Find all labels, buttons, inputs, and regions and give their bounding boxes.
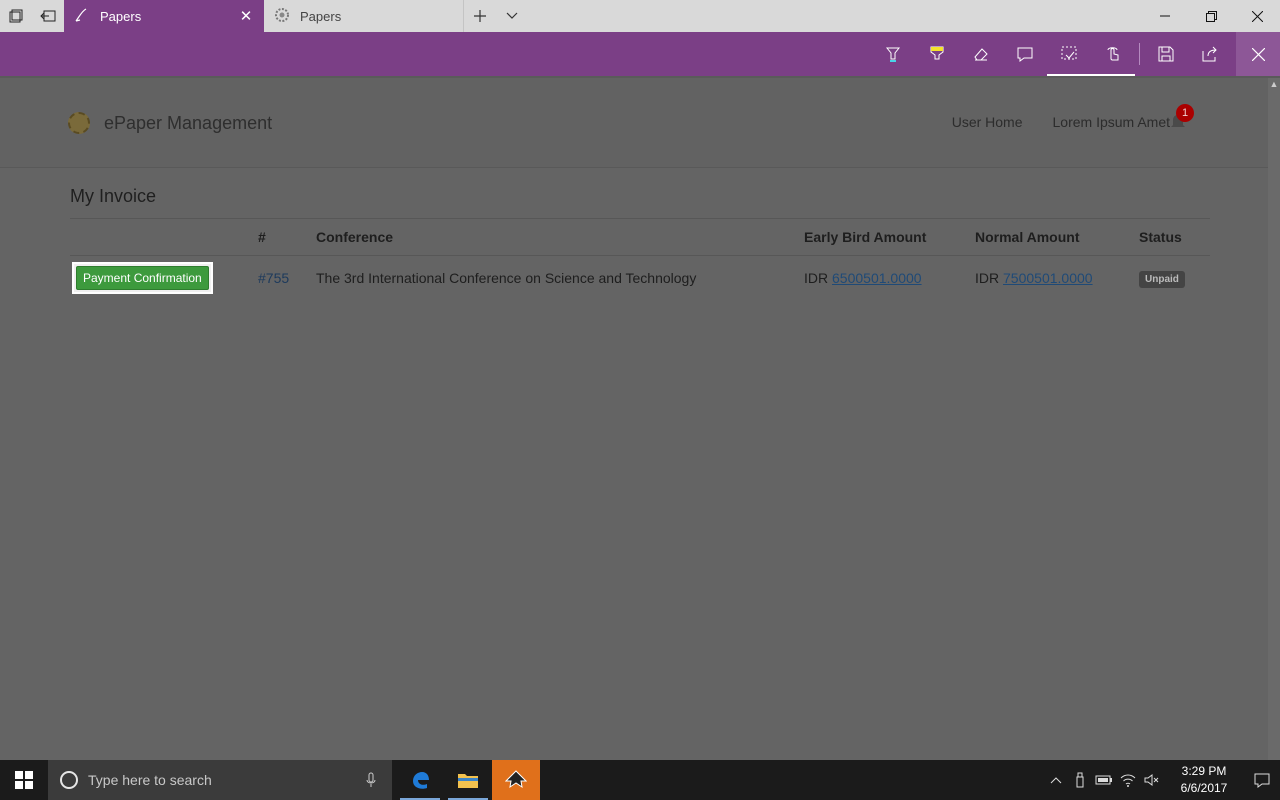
invoice-id-link[interactable]: #755 <box>258 270 289 286</box>
web-page: ePaper Management User Home Lorem Ipsum … <box>0 78 1268 760</box>
clock[interactable]: 3:29 PM 6/6/2017 <box>1174 763 1234 797</box>
currency: IDR <box>804 270 829 286</box>
user-name: Lorem Ipsum Amet <box>1052 114 1171 130</box>
ballpoint-pen-icon[interactable] <box>871 32 915 76</box>
wifi-icon[interactable] <box>1116 773 1140 787</box>
invoice-id-cell: #755 <box>258 256 316 301</box>
tab-papers[interactable]: Papers <box>264 0 464 32</box>
action-cell: Payment Confirmation <box>70 256 258 301</box>
window-controls <box>1142 0 1280 32</box>
col-id: # <box>258 219 316 256</box>
close-window-icon[interactable] <box>1234 0 1280 32</box>
chevron-up-icon[interactable] <box>1044 776 1068 784</box>
volume-muted-icon[interactable] <box>1140 773 1164 787</box>
eraser-icon[interactable] <box>959 32 1003 76</box>
status-badge: Unpaid <box>1139 270 1185 288</box>
edge-app[interactable] <box>396 760 444 800</box>
col-early-bird: Early Bird Amount <box>804 219 975 256</box>
minimize-icon[interactable] <box>1142 0 1188 32</box>
tab-label: Papers <box>100 8 142 24</box>
logo <box>68 112 90 134</box>
cortana-icon[interactable] <box>60 771 78 789</box>
tab-preview-icon[interactable] <box>0 0 32 32</box>
chevron-down-icon[interactable] <box>496 0 528 32</box>
page-title: My Invoice <box>70 186 1210 219</box>
close-tab-icon[interactable]: ✕ <box>238 7 254 25</box>
col-action <box>70 219 258 256</box>
touch-writing-icon[interactable] <box>1091 32 1135 76</box>
nav-user-home[interactable]: User Home <box>952 114 1023 130</box>
save-icon[interactable] <box>1144 32 1188 76</box>
inkscape-icon <box>505 770 527 789</box>
browser-tab-bar: Papers ✕ Papers <box>0 0 1280 32</box>
nav-menu: User Home Lorem Ipsum Amet <box>922 114 1184 130</box>
usb-icon[interactable] <box>1068 772 1092 788</box>
windows-logo-icon <box>15 771 33 789</box>
new-tab-icon[interactable] <box>464 0 496 32</box>
restore-icon[interactable] <box>1188 0 1234 32</box>
share-icon[interactable] <box>1188 32 1232 76</box>
folder-icon <box>458 774 478 788</box>
payment-confirmation-button[interactable]: Payment Confirmation <box>76 266 209 290</box>
col-status: Status <box>1139 219 1210 256</box>
status-cell: Unpaid <box>1139 256 1210 301</box>
scroll-up-icon[interactable]: ▲ <box>1268 78 1280 90</box>
conference-name: The 3rd International Conference on Scie… <box>316 270 697 286</box>
clock-date: 6/6/2017 <box>1180 781 1228 795</box>
action-center-icon[interactable] <box>1244 772 1280 788</box>
tab-papers-active[interactable]: Papers ✕ <box>64 0 264 32</box>
add-note-icon[interactable] <box>1003 32 1047 76</box>
edge-icon <box>413 772 429 789</box>
invoice-table: # Conference Early Bird Amount Normal Am… <box>70 219 1210 300</box>
battery-icon[interactable] <box>1092 774 1116 786</box>
microphone-icon[interactable] <box>366 772 376 791</box>
early-bird-cell: IDR 6500501.0000 <box>804 256 975 301</box>
notification-count-badge: 1 <box>1176 104 1194 122</box>
col-conference: Conference <box>316 219 804 256</box>
currency: IDR <box>975 270 1000 286</box>
table-row: Payment Confirmation #755 The 3rd Intern… <box>70 256 1210 301</box>
windows-taskbar: Type here to search 3:29 PM 6/6/2017 <box>0 760 1280 800</box>
clock-time: 3:29 PM <box>1181 764 1227 778</box>
table-header-row: # Conference Early Bird Amount Normal Am… <box>70 219 1210 256</box>
highlighter-icon[interactable] <box>915 32 959 76</box>
col-normal: Normal Amount <box>975 219 1139 256</box>
normal-cell: IDR 7500501.0000 <box>975 256 1139 301</box>
site-favicon-icon <box>274 7 290 26</box>
search-placeholder: Type here to search <box>88 772 212 788</box>
tab-label: Papers <box>300 8 342 24</box>
early-bird-amount-link[interactable]: 6500501.0000 <box>832 270 922 286</box>
set-tabs-aside-icon[interactable] <box>32 0 64 32</box>
normal-amount-link[interactable]: 7500501.0000 <box>1003 270 1093 286</box>
taskbar-search[interactable]: Type here to search <box>48 760 392 800</box>
system-tray: 3:29 PM 6/6/2017 <box>1044 760 1280 800</box>
notification-bell[interactable]: 1 <box>1170 104 1194 132</box>
site-navbar: ePaper Management User Home Lorem Ipsum … <box>0 78 1268 168</box>
brand[interactable]: ePaper Management <box>68 112 272 134</box>
scrollbar[interactable]: ▲ <box>1268 78 1280 760</box>
user-dropdown[interactable]: Lorem Ipsum Amet <box>1052 114 1184 130</box>
toolbar-divider <box>1139 43 1140 65</box>
file-explorer-app[interactable] <box>444 760 492 800</box>
exit-ink-icon[interactable] <box>1236 32 1280 76</box>
brand-name[interactable]: ePaper Management <box>104 113 272 134</box>
pen-icon <box>74 7 90 26</box>
start-button[interactable] <box>0 760 48 800</box>
highlight-box: Payment Confirmation <box>72 262 213 294</box>
clip-icon[interactable] <box>1047 32 1091 76</box>
inkscape-app[interactable] <box>492 760 540 800</box>
ink-toolbar <box>0 32 1280 76</box>
invoice-section: My Invoice # Conference Early Bird Amoun… <box>70 186 1210 300</box>
